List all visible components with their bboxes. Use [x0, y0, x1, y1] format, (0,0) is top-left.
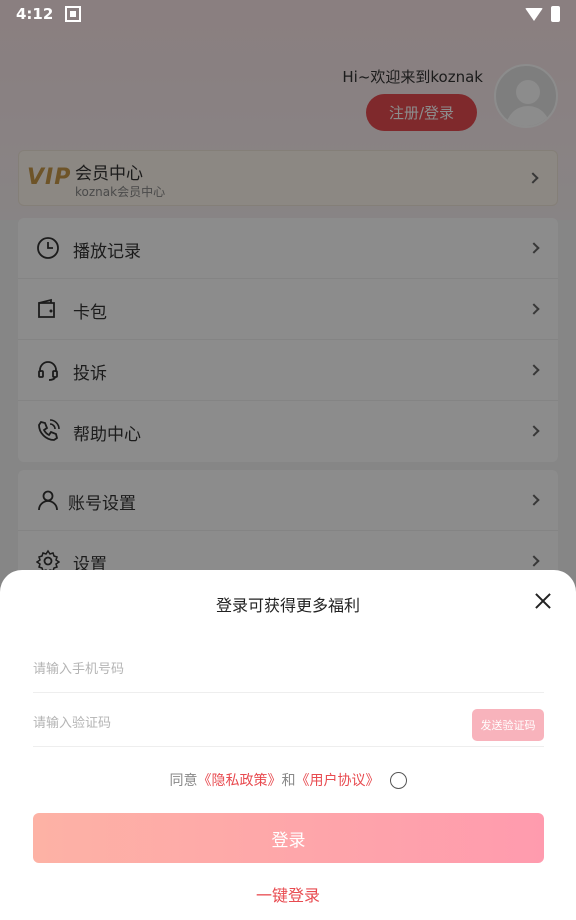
- agree-prefix: 同意: [169, 773, 198, 789]
- user-agreement-link[interactable]: 《用户协议》: [296, 770, 380, 790]
- privacy-policy-link[interactable]: 《隐私政策》: [198, 770, 282, 790]
- login-button[interactable]: 登录: [33, 813, 544, 863]
- wifi-icon: [525, 7, 543, 21]
- status-time: 4:12: [16, 5, 54, 23]
- one-key-login-link[interactable]: 一键登录: [0, 882, 576, 906]
- agreement-row: 同意 《隐私政策》 和 《用户协议》: [0, 770, 576, 790]
- status-bar: 4:12: [0, 0, 576, 28]
- close-icon[interactable]: [534, 592, 552, 610]
- agree-and: 和: [281, 773, 296, 789]
- agree-radio-button[interactable]: [389, 771, 407, 789]
- verification-code-input[interactable]: [33, 701, 453, 746]
- battery-icon: [551, 6, 560, 22]
- phone-input[interactable]: [33, 647, 544, 692]
- sheet-title: 登录可获得更多福利: [215, 596, 360, 615]
- qr-code-icon: [65, 6, 82, 22]
- login-bottom-sheet: 登录可获得更多福利 发送验证码 同意 《隐私政策》 和 《用户协议》 登录 一键…: [0, 570, 576, 920]
- phone-field[interactable]: [33, 647, 544, 693]
- code-field[interactable]: 发送验证码: [33, 701, 544, 747]
- send-code-button[interactable]: 发送验证码: [472, 709, 544, 741]
